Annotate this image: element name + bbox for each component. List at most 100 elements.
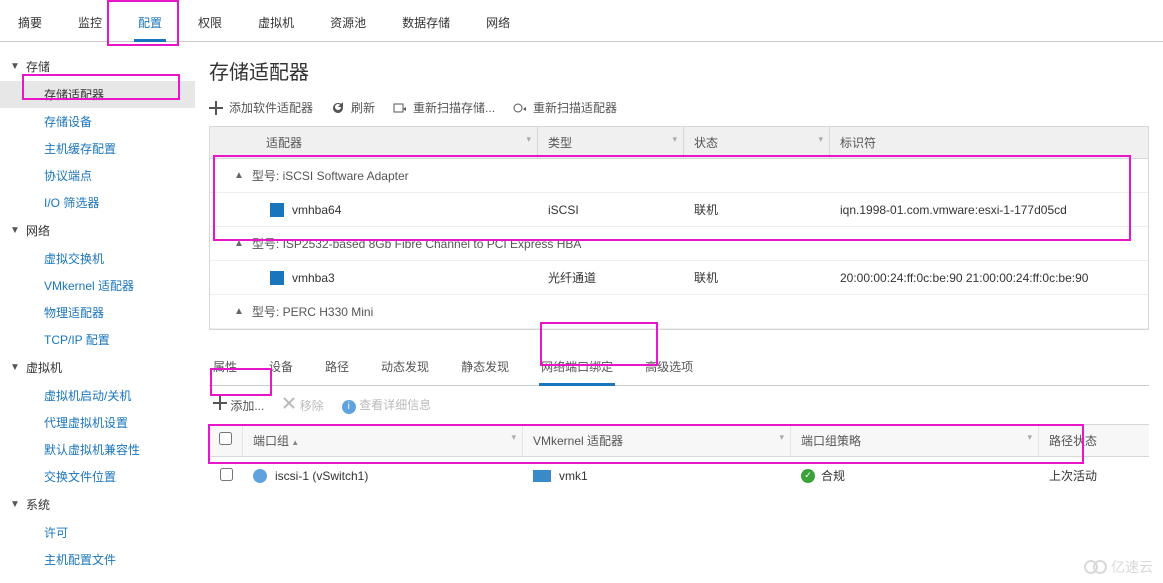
adapter-identifier: iqn.1998-01.com.vmware:esxi-1-177d05cd <box>830 195 1148 225</box>
sidebar-item-license[interactable]: 许可 <box>0 519 195 546</box>
sidebar-group-label: 网络 <box>26 222 50 239</box>
tab-advanced[interactable]: 高级选项 <box>643 352 695 385</box>
tab-network[interactable]: 网络 <box>482 8 514 41</box>
adapter-group-fc[interactable]: ▲ 型号: ISP2532-based 8Gb Fibre Channel to … <box>210 227 1148 261</box>
binding-toolbar: 添加... 移除 i 查看详细信息 <box>209 386 1149 424</box>
tab-port-binding[interactable]: 网络端口绑定 <box>539 352 615 385</box>
tab-dynamic-discovery[interactable]: 动态发现 <box>379 352 431 385</box>
rescan-storage-icon <box>393 101 407 115</box>
sidebar-item-tcpip[interactable]: TCP/IP 配置 <box>0 326 195 353</box>
column-adapter[interactable]: 适配器 <box>210 127 538 158</box>
refresh-button[interactable]: 刷新 <box>331 99 375 116</box>
adapter-row[interactable]: vmhba3 光纤通道 联机 20:00:00:24:ff:0c:be:90 2… <box>210 261 1148 295</box>
sidebar-network-group[interactable]: ▼网络 <box>0 216 195 245</box>
check-circle-icon: ✓ <box>801 469 815 483</box>
column-id[interactable]: 标识符 <box>830 127 1148 158</box>
detail-tabs: 属性 设备 路径 动态发现 静态发现 网络端口绑定 高级选项 <box>209 336 1149 386</box>
column-portgroup[interactable]: 端口组 <box>243 425 523 456</box>
sidebar-item-vm-startup[interactable]: 虚拟机启动/关机 <box>0 382 195 409</box>
tab-vms[interactable]: 虚拟机 <box>254 8 298 41</box>
view-details-button[interactable]: i 查看详细信息 <box>342 396 431 414</box>
toolbar-label: 查看详细信息 <box>359 398 431 412</box>
vmkernel-name: vmk1 <box>559 469 588 483</box>
column-checkbox[interactable] <box>209 425 243 456</box>
sidebar-item-vm-compat[interactable]: 默认虚拟机兼容性 <box>0 436 195 463</box>
row-checkbox[interactable] <box>220 468 233 481</box>
select-all-checkbox[interactable] <box>219 432 232 445</box>
tab-monitor[interactable]: 监控 <box>74 8 106 41</box>
column-status[interactable]: 状态 <box>684 127 830 158</box>
adapter-group-label: 型号: PERC H330 Mini <box>252 303 373 320</box>
adapter-group-label: 型号: iSCSI Software Adapter <box>252 167 409 184</box>
sidebar-item-swap-location[interactable]: 交换文件位置 <box>0 463 195 490</box>
adapter-identifier: 20:00:00:24:ff:0c:be:90 21:00:00:24:ff:0… <box>830 263 1148 293</box>
sidebar-item-agent-vm[interactable]: 代理虚拟机设置 <box>0 409 195 436</box>
adapter-type: 光纤通道 <box>538 261 684 294</box>
triangle-down-icon: ▲ <box>234 170 244 181</box>
add-binding-button[interactable]: 添加... <box>213 396 264 414</box>
sidebar-item-host-profile[interactable]: 主机配置文件 <box>0 546 195 573</box>
tab-permissions[interactable]: 权限 <box>194 8 226 41</box>
vmkernel-icon <box>533 470 551 482</box>
chevron-down-icon: ▼ <box>10 362 20 373</box>
toolbar-label: 添加... <box>230 399 264 413</box>
sidebar-item-protocol-endpoints[interactable]: 协议端点 <box>0 162 195 189</box>
chevron-down-icon: ▼ <box>10 499 20 510</box>
sidebar-vm-group[interactable]: ▼ 虚拟机 <box>0 353 195 382</box>
column-type[interactable]: 类型 <box>538 127 684 158</box>
sidebar-item-host-cache[interactable]: 主机缓存配置 <box>0 135 195 162</box>
triangle-down-icon: ▲ <box>234 306 244 317</box>
rescan-adapter-button[interactable]: 重新扫描适配器 <box>513 99 617 116</box>
sidebar-item-storage-adapters[interactable]: 存储适配器 <box>0 81 195 108</box>
path-status-text: 上次活动 <box>1039 457 1149 494</box>
add-software-adapter-button[interactable]: 添加软件适配器 <box>209 99 313 116</box>
refresh-icon <box>331 101 345 115</box>
toolbar-label: 重新扫描适配器 <box>533 99 617 116</box>
top-tabs: 摘要 监控 配置 权限 虚拟机 资源池 数据存储 网络 <box>0 0 1163 42</box>
tab-summary[interactable]: 摘要 <box>14 8 46 41</box>
sidebar-item-storage-devices[interactable]: 存储设备 <box>0 108 195 135</box>
binding-row[interactable]: iscsi-1 (vSwitch1) vmk1 ✓合规 上次活动 <box>209 457 1149 494</box>
tab-respool[interactable]: 资源池 <box>326 8 370 41</box>
tab-properties[interactable]: 属性 <box>211 352 239 385</box>
toolbar-label: 移除 <box>300 399 324 413</box>
sidebar-item-vswitch[interactable]: 虚拟交换机 <box>0 245 195 272</box>
tab-static-discovery[interactable]: 静态发现 <box>459 352 511 385</box>
adapter-grid: 适配器 类型 状态 标识符 ▲ 型号: iSCSI Software Adapte… <box>209 126 1149 330</box>
column-vmkernel[interactable]: VMkernel 适配器 <box>523 425 791 456</box>
column-policy[interactable]: 端口组策略 <box>791 425 1039 456</box>
adapter-toolbar: 添加软件适配器 刷新 重新扫描存储... 重新扫描适配器 <box>209 99 1149 116</box>
adapter-group-perc[interactable]: ▲ 型号: PERC H330 Mini <box>210 295 1148 329</box>
adapter-row[interactable]: vmhba64 iSCSI 联机 iqn.1998-01.com.vmware:… <box>210 193 1148 227</box>
info-icon: i <box>342 400 356 414</box>
sidebar-group-label: 系统 <box>26 496 50 513</box>
watermark-text: 亿速云 <box>1111 557 1153 577</box>
column-path-status[interactable]: 路径状态 <box>1039 425 1149 456</box>
tab-paths[interactable]: 路径 <box>323 352 351 385</box>
plus-icon <box>209 101 223 115</box>
sidebar-item-physical-adapters[interactable]: 物理适配器 <box>0 299 195 326</box>
adapter-group-label: 型号: ISP2532-based 8Gb Fibre Channel to P… <box>252 235 582 252</box>
sidebar-group-label: 虚拟机 <box>26 359 62 376</box>
sidebar-item-vmkernel[interactable]: VMkernel 适配器 <box>0 272 195 299</box>
sidebar-storage-group[interactable]: ▼存储 <box>0 52 195 81</box>
remove-binding-button[interactable]: 移除 <box>282 396 323 414</box>
adapter-name: vmhba3 <box>292 271 335 285</box>
rescan-storage-button[interactable]: 重新扫描存储... <box>393 99 495 116</box>
sidebar-item-io-filters[interactable]: I/O 筛选器 <box>0 189 195 216</box>
triangle-down-icon: ▲ <box>234 238 244 249</box>
tab-devices[interactable]: 设备 <box>267 352 295 385</box>
tab-configure[interactable]: 配置 <box>134 8 166 41</box>
toolbar-label: 刷新 <box>351 99 375 116</box>
tab-datastore[interactable]: 数据存储 <box>398 8 454 41</box>
adapter-group-iscsi[interactable]: ▲ 型号: iSCSI Software Adapter <box>210 159 1148 193</box>
binding-grid-header: 端口组 VMkernel 适配器 端口组策略 路径状态 <box>209 425 1149 457</box>
sidebar-system-group[interactable]: ▼ 系统 <box>0 490 195 519</box>
binding-grid: 端口组 VMkernel 适配器 端口组策略 路径状态 iscsi-1 (vSw… <box>209 424 1149 494</box>
adapter-status: 联机 <box>684 261 830 294</box>
watermark: 亿速云 <box>1084 557 1153 577</box>
adapter-name: vmhba64 <box>292 203 341 217</box>
remove-icon <box>282 396 296 410</box>
adapter-grid-header: 适配器 类型 状态 标识符 <box>210 127 1148 159</box>
adapter-status: 联机 <box>684 193 830 226</box>
